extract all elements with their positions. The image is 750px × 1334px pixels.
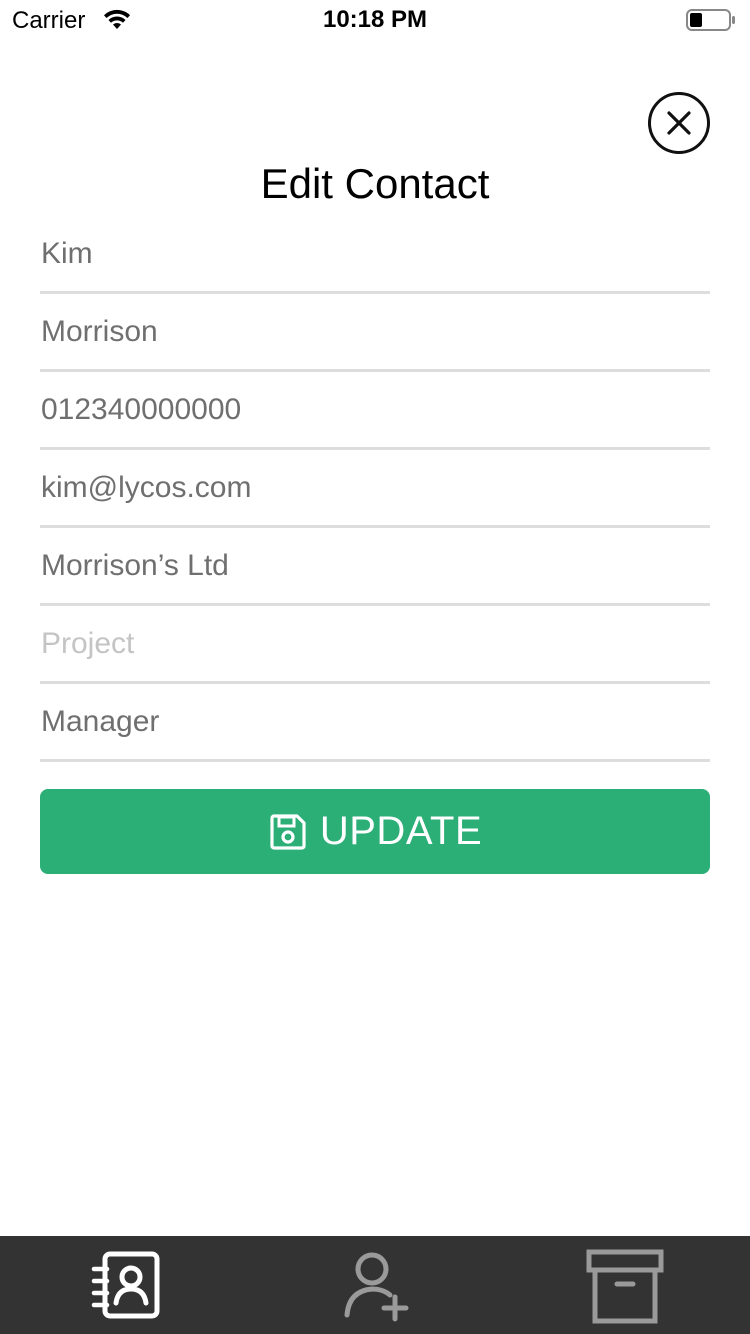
email-field[interactable] [40,450,710,525]
page-title: Edit Contact [260,160,490,207]
position-row [40,684,710,762]
position-field[interactable] [40,684,710,759]
contacts-book-icon [91,1251,160,1319]
tab-contacts[interactable] [0,1236,250,1334]
archive-box-icon [586,1249,664,1324]
update-button[interactable]: UPDATE [40,789,710,874]
close-button[interactable] [648,92,710,154]
email-row [40,450,710,528]
status-time: 10:18 PM [322,6,428,33]
tab-archive[interactable] [500,1236,750,1334]
last-name-row [40,294,710,372]
add-user-icon [344,1252,409,1322]
company-field[interactable] [40,528,710,603]
company-row [40,528,710,606]
first-name-field[interactable] [40,216,710,291]
status-bar: Carrier 10:18 PM [0,0,750,40]
phone-field[interactable] [40,372,710,447]
tab-bar [0,1236,750,1334]
save-icon [268,812,308,852]
phone-row [40,372,710,450]
battery-icon [686,9,735,31]
project-row [40,606,710,684]
tab-add-contact[interactable] [250,1236,500,1334]
first-name-row [40,216,710,294]
project-field[interactable] [40,606,710,681]
last-name-field[interactable] [40,294,710,369]
close-icon [667,111,691,135]
edit-contact-form [40,216,710,762]
update-button-label: UPDATE [319,809,483,853]
